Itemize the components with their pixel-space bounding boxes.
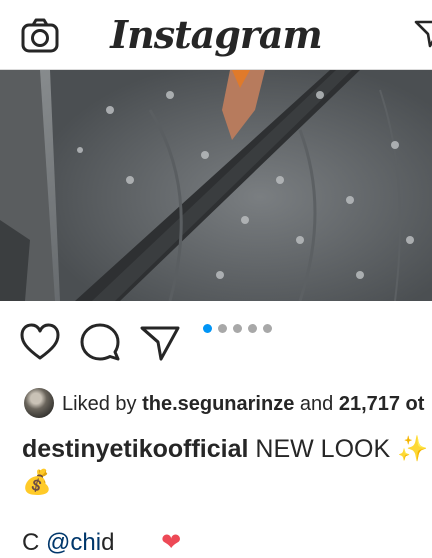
likes-summary[interactable]: Liked by the.segunarinze and 21,717 ot [24, 387, 425, 420]
carousel-dot [233, 324, 242, 333]
likes-prefix: Liked by [62, 393, 137, 415]
heart-outline-icon[interactable] [20, 322, 60, 364]
post-caption: destinyetikoofficial NEW LOOK ✨ 💰 [22, 432, 432, 500]
caption-emoji-line: 💰 [22, 469, 52, 496]
comment-mention[interactable]: @chi [46, 529, 101, 556]
carousel-dot [218, 324, 227, 333]
top-bar: Instagram [0, 0, 432, 70]
instagram-logo: Instagram [110, 12, 322, 57]
carousel-dot [263, 324, 272, 333]
comment-bubble-icon[interactable] [80, 322, 120, 364]
post-actions [0, 322, 432, 366]
direct-message-icon[interactable] [414, 18, 432, 48]
caption-username[interactable]: destinyetikoofficial [22, 435, 248, 463]
comment-heart-emoji: ❤ [161, 529, 182, 556]
post-photo[interactable] [0, 70, 432, 301]
likes-count[interactable]: 21,717 ot [339, 393, 425, 415]
comment-preview[interactable]: C @chid ❤ [22, 528, 181, 558]
likes-joiner: and [299, 393, 334, 415]
carousel-dot [248, 324, 257, 333]
share-plane-icon[interactable] [140, 322, 180, 364]
liker-avatar[interactable] [24, 387, 54, 418]
caption-text: NEW LOOK ✨ [255, 435, 429, 463]
comment-rest: d [101, 529, 115, 556]
carousel-dot-active [203, 324, 212, 333]
liker-username[interactable]: the.segunarinze [142, 393, 294, 415]
comment-prefix: C [22, 529, 40, 556]
